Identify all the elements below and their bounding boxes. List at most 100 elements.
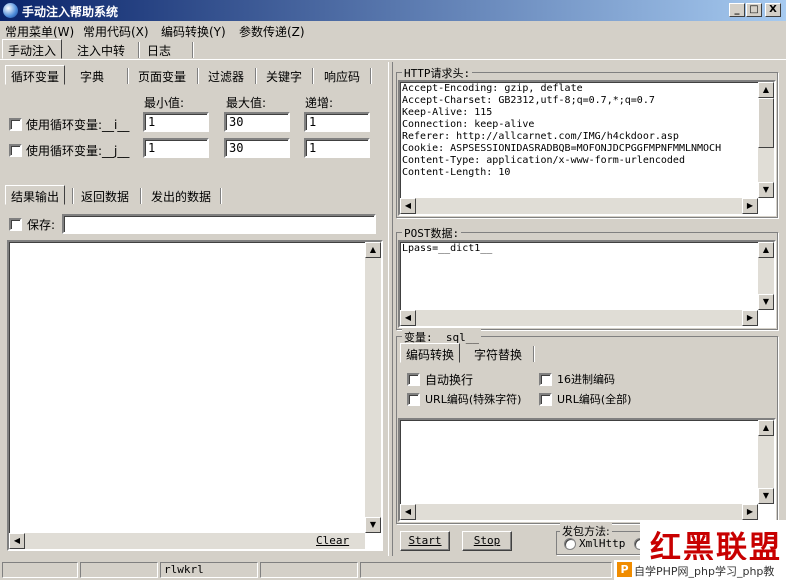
post-hscroll[interactable]: ◀ ▶	[400, 310, 758, 326]
menu-params[interactable]: 参数传递(Z)	[239, 23, 305, 40]
scroll-up-icon[interactable]: ▲	[758, 420, 774, 436]
tab-separator	[127, 68, 129, 84]
splitter[interactable]	[388, 62, 393, 556]
loop-i-min-input[interactable]: 1	[143, 112, 209, 132]
scroll-down-icon[interactable]: ▼	[758, 294, 774, 310]
window-title: 手动注入帮助系统	[22, 5, 119, 19]
scroll-down-icon[interactable]: ▼	[758, 488, 774, 504]
tab-separator	[533, 346, 535, 362]
save-label: 保存:	[27, 218, 56, 232]
tab-result-output[interactable]: 结果输出	[5, 185, 66, 205]
save-path-input[interactable]	[62, 214, 376, 234]
divider	[0, 59, 786, 60]
tab-dict[interactable]: 字典	[75, 66, 109, 86]
tab-filter[interactable]: 过滤器	[203, 66, 249, 86]
maximize-button[interactable]: □	[746, 3, 762, 17]
loop-i-checkbox[interactable]	[9, 118, 22, 131]
tab-separator	[72, 188, 74, 204]
loop-j-min-input[interactable]: 1	[143, 138, 209, 158]
status-panel-3: rlwkrl	[160, 562, 258, 578]
scroll-up-icon[interactable]: ▲	[365, 242, 381, 258]
variable-hscroll[interactable]: ◀ ▶	[400, 504, 758, 520]
loop-j-step-input[interactable]: 1	[304, 138, 370, 158]
loop-j-label: 使用循环变量:__j__	[26, 144, 130, 158]
menu-bar: 常用菜单(W) 常用代码(X) 编码转换(Y) 参数传递(Z)	[0, 21, 786, 39]
scroll-left-icon[interactable]: ◀	[400, 198, 416, 214]
tab-response-code[interactable]: 响应码	[319, 66, 365, 86]
tab-inject-relay[interactable]: 注入中转	[72, 40, 130, 60]
tab-separator	[138, 42, 140, 58]
save-checkbox[interactable]	[9, 218, 22, 231]
http-header-textarea[interactable]: Accept-Encoding: gzip, deflate Accept-Ch…	[398, 80, 776, 216]
xmlhttp-label: XmlHttp	[579, 537, 626, 550]
tab-separator	[312, 68, 314, 84]
tab-manual-inject[interactable]: 手动注入	[2, 39, 63, 59]
tab-char-replace[interactable]: 字符替换	[469, 344, 527, 364]
stop-button[interactable]: Stop	[462, 531, 512, 551]
tab-loop-var[interactable]: 循环变量	[5, 65, 66, 85]
scroll-up-icon[interactable]: ▲	[758, 242, 774, 258]
variable-vscroll[interactable]: ▲ ▼	[758, 420, 774, 504]
loop-j-max-input[interactable]: 30	[224, 138, 290, 158]
xmlhttp-radio[interactable]	[564, 538, 576, 550]
scroll-right-icon[interactable]: ▶	[742, 198, 758, 214]
auto-wrap-checkbox[interactable]	[407, 373, 420, 386]
status-panel-1	[2, 562, 78, 578]
http-header-vscroll[interactable]: ▲ ▼	[758, 82, 774, 198]
loop-i-step-input[interactable]: 1	[304, 112, 370, 132]
scroll-right-icon[interactable]: ▶	[742, 310, 758, 326]
scroll-left-icon[interactable]: ◀	[400, 310, 416, 326]
result-output-area[interactable]	[7, 240, 383, 551]
result-vscroll[interactable]: ▲ ▼	[365, 242, 381, 533]
tab-log[interactable]: 日志	[142, 40, 176, 60]
menu-common[interactable]: 常用菜单(W)	[5, 23, 74, 40]
hex-encode-label: 16进制编码	[557, 373, 615, 386]
tab-separator	[220, 188, 222, 204]
menu-code[interactable]: 常用代码(X)	[83, 23, 149, 40]
scroll-down-icon[interactable]: ▼	[758, 182, 774, 198]
http-header-hscroll[interactable]: ◀ ▶	[400, 198, 758, 214]
title-bar: 手动注入帮助系统 _ □ X	[0, 0, 786, 21]
loop-i-label: 使用循环变量:__i__	[26, 118, 130, 132]
http-header-label: HTTP请求头:	[402, 65, 473, 81]
minimize-button[interactable]: _	[729, 3, 745, 17]
status-panel-5	[360, 562, 612, 578]
close-button[interactable]: X	[765, 3, 781, 17]
start-button[interactable]: Start	[400, 531, 450, 551]
scroll-down-icon[interactable]: ▼	[365, 517, 381, 533]
tab-sent-data[interactable]: 发出的数据	[146, 186, 216, 206]
tab-separator	[370, 68, 372, 84]
tab-separator	[140, 188, 142, 204]
result-hscroll[interactable]: ◀	[9, 533, 365, 549]
max-header: 最大值:	[226, 96, 267, 110]
url-encode-all-label: URL编码(全部)	[557, 393, 632, 406]
scroll-right-icon[interactable]: ▶	[742, 504, 758, 520]
tab-return-data[interactable]: 返回数据	[76, 186, 134, 206]
php-logo-icon: P	[617, 562, 632, 577]
url-encode-special-label: URL编码(特殊字符)	[425, 393, 522, 406]
scroll-left-icon[interactable]: ◀	[9, 533, 25, 549]
app-icon	[3, 3, 18, 18]
status-panel-2	[80, 562, 158, 578]
hex-encode-checkbox[interactable]	[539, 373, 552, 386]
watermark-bottom: 自学PHP网_php学习_php教	[634, 565, 775, 578]
min-header: 最小值:	[144, 96, 185, 110]
loop-j-checkbox[interactable]	[9, 144, 22, 157]
tab-separator	[197, 68, 199, 84]
step-header: 递增:	[305, 96, 334, 110]
url-encode-all-checkbox[interactable]	[539, 393, 552, 406]
tab-separator	[192, 42, 194, 58]
clear-link[interactable]: Clear	[316, 534, 349, 547]
scroll-left-icon[interactable]: ◀	[400, 504, 416, 520]
scroll-up-icon[interactable]: ▲	[758, 82, 774, 98]
url-encode-special-checkbox[interactable]	[407, 393, 420, 406]
scroll-thumb[interactable]	[758, 98, 774, 148]
loop-i-max-input[interactable]: 30	[224, 112, 290, 132]
status-panel-4	[260, 562, 358, 578]
tab-separator	[255, 68, 257, 84]
tab-encode-convert[interactable]: 编码转换	[400, 343, 461, 363]
tab-page-var[interactable]: 页面变量	[133, 66, 191, 86]
menu-encoding[interactable]: 编码转换(Y)	[161, 23, 226, 40]
tab-keyword[interactable]: 关键字	[261, 66, 307, 86]
post-vscroll[interactable]: ▲ ▼	[758, 242, 774, 310]
